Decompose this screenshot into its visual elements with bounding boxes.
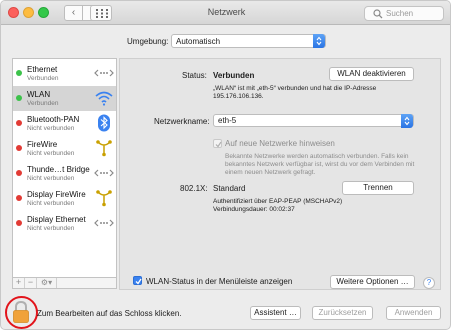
service-name: Display Ethernet — [27, 215, 86, 224]
service-name: Thunde…t Bridge — [27, 165, 90, 174]
connection-duration: Verbindungsdauer: 00:02:37 — [213, 206, 295, 213]
service-name: Bluetooth-PAN — [27, 115, 80, 124]
wlan-toggle-button[interactable]: WLAN deaktivieren — [329, 67, 414, 81]
firewire-icon — [96, 190, 112, 207]
checkmark-icon — [215, 141, 222, 148]
checkmark-icon — [135, 278, 142, 285]
service-item-firewire[interactable]: FireWire Nicht verbunden — [13, 136, 116, 161]
service-list: Ethernet Verbunden WLAN Verbunden Blueto… — [12, 58, 117, 278]
location-select[interactable]: Automatisch — [171, 34, 326, 48]
service-item-bluetooth-pan[interactable]: Bluetooth-PAN Nicht verbunden — [13, 111, 116, 136]
add-service-button[interactable]: + — [13, 278, 25, 288]
bluetooth-icon — [98, 114, 110, 132]
service-item-wlan[interactable]: WLAN Verbunden — [13, 86, 116, 111]
status-dot — [16, 120, 22, 126]
status-dot — [16, 145, 22, 151]
location-label: Umgebung: — [127, 37, 169, 46]
lock-hint-text: Zum Bearbeiten auf das Schloss klicken. — [37, 309, 182, 318]
service-item-display-firewire[interactable]: Display FireWire Nicht verbunden — [13, 186, 116, 211]
status-dot — [16, 195, 22, 201]
status-label: Status: — [182, 71, 207, 80]
status-dot — [16, 220, 22, 226]
search-placeholder: Suchen — [386, 9, 414, 18]
network-name-value: eth-5 — [218, 116, 237, 125]
service-list-toolbar: + − ⚙︎▾ — [12, 278, 117, 289]
service-status: Nicht verbunden — [27, 175, 75, 182]
show-wlan-status-checkbox[interactable] — [133, 276, 142, 285]
select-stepper-icon — [313, 34, 325, 48]
apply-button[interactable]: Anwenden — [386, 306, 441, 320]
service-status: Verbunden — [27, 75, 59, 82]
wifi-icon — [95, 91, 113, 106]
auth-value: Standard — [213, 184, 246, 193]
location-value: Automatisch — [176, 37, 221, 46]
status-dot — [16, 70, 22, 76]
remove-service-button[interactable]: − — [25, 278, 37, 288]
status-dot — [16, 170, 22, 176]
disconnect-button[interactable]: Trennen — [342, 181, 414, 195]
ask-new-networks-description: bekanntes Netzwerk verfügbar ist, wirst … — [225, 161, 415, 168]
ethernet-icon — [94, 169, 114, 177]
network-name-label: Netzwerkname: — [154, 117, 210, 126]
service-item-thunderbolt-bridge[interactable]: Thunde…t Bridge Nicht verbunden — [13, 161, 116, 186]
ask-new-networks-label: Auf neue Netzwerke hinweisen — [225, 139, 335, 148]
ethernet-icon — [94, 69, 114, 77]
status-dot — [16, 95, 22, 101]
service-name: FireWire — [27, 140, 58, 149]
service-name: WLAN — [27, 90, 51, 99]
auth-detail: Authentifiziert über EAP-PEAP (MSCHAPv2) — [213, 198, 343, 205]
advanced-options-button[interactable]: Weitere Optionen … — [330, 275, 415, 289]
network-name-select[interactable]: eth-5 — [213, 114, 414, 128]
service-status: Nicht verbunden — [27, 150, 75, 157]
service-item-ethernet[interactable]: Ethernet Verbunden — [13, 61, 116, 86]
search-field[interactable]: Suchen — [364, 6, 444, 21]
firewire-icon — [96, 140, 112, 157]
revert-button[interactable]: Zurücksetzen — [312, 306, 373, 320]
service-status: Nicht verbunden — [27, 225, 75, 232]
ask-new-networks-checkbox[interactable] — [213, 139, 222, 148]
service-status: Verbunden — [27, 100, 59, 107]
lock-icon[interactable] — [12, 300, 30, 324]
ask-new-networks-description: Bekannte Netzwerke werden automatisch ve… — [225, 153, 409, 160]
ask-new-networks-description: einem neuen Netzwerk gefragt. — [225, 169, 316, 176]
assistant-button[interactable]: Assistent … — [250, 306, 301, 320]
network-preferences-window: ‹ › Netzwerk Suchen Umgebung: Automatisc… — [0, 0, 451, 330]
service-name: Ethernet — [27, 65, 58, 74]
auth-label: 802.1X: — [180, 184, 208, 193]
help-button[interactable]: ? — [423, 277, 435, 289]
search-icon — [373, 9, 383, 19]
service-item-display-ethernet[interactable]: Display Ethernet Nicht verbunden — [13, 211, 116, 236]
select-stepper-icon — [401, 114, 413, 128]
gear-menu-button[interactable]: ⚙︎▾ — [37, 278, 57, 288]
title-bar: ‹ › Netzwerk Suchen — [1, 1, 450, 25]
service-name: Display FireWire — [27, 190, 86, 199]
service-status: Nicht verbunden — [27, 200, 75, 207]
service-status: Nicht verbunden — [27, 125, 75, 132]
show-wlan-status-label: WLAN-Status in der Menüleiste anzeigen — [146, 277, 293, 286]
status-description: „WLAN“ ist mit „eth-5“ verbunden und hat… — [213, 85, 377, 92]
ethernet-icon — [94, 219, 114, 227]
status-value: Verbunden — [213, 71, 255, 80]
status-description-ip: 195.176.106.136. — [213, 93, 264, 100]
